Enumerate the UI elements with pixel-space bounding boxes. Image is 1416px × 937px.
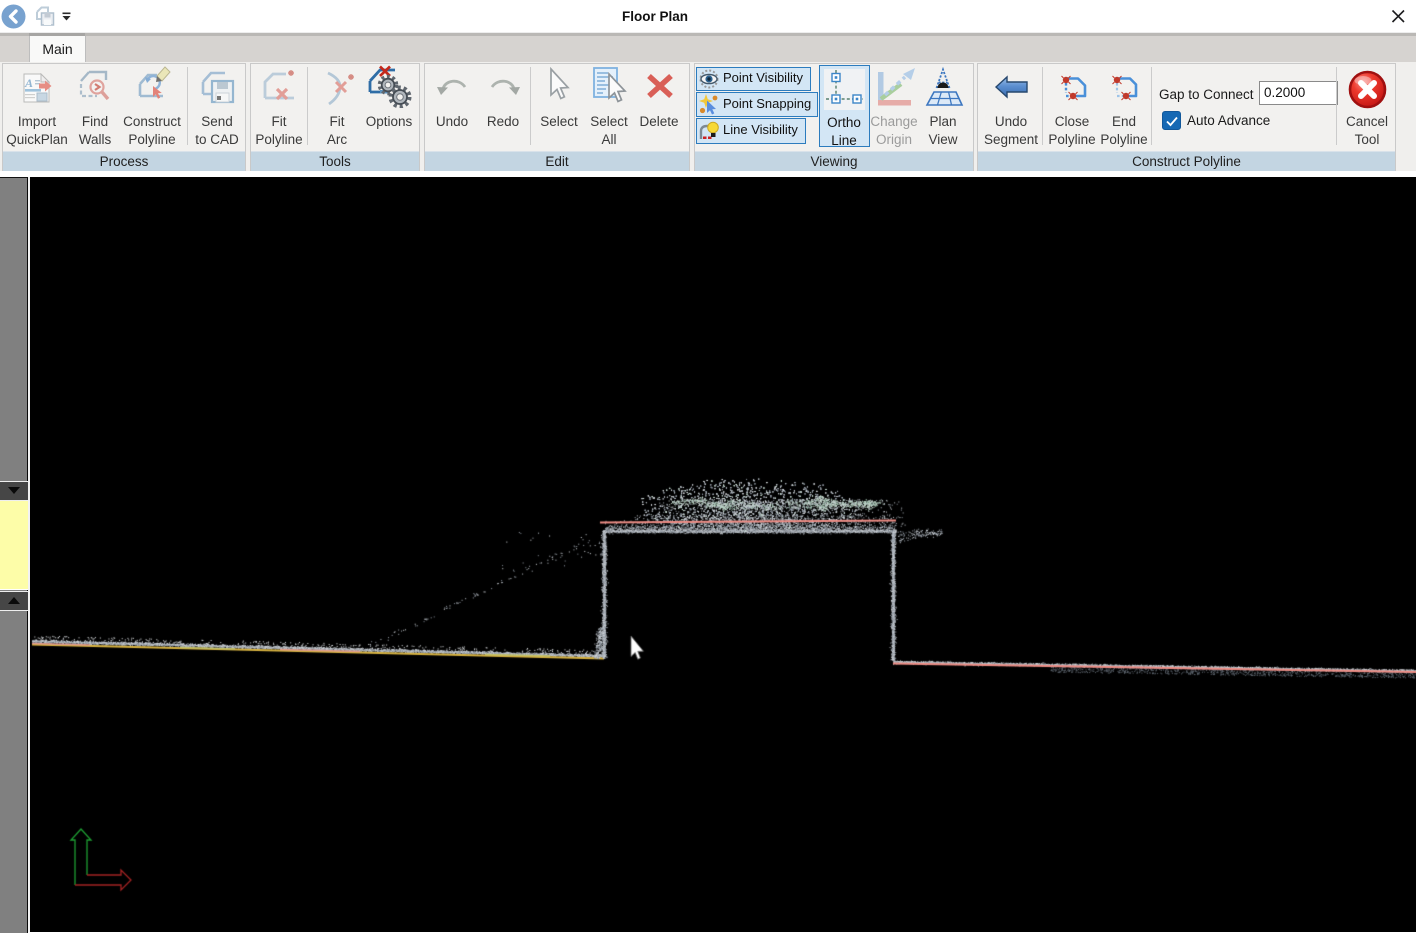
svg-text:A: A — [24, 76, 33, 90]
